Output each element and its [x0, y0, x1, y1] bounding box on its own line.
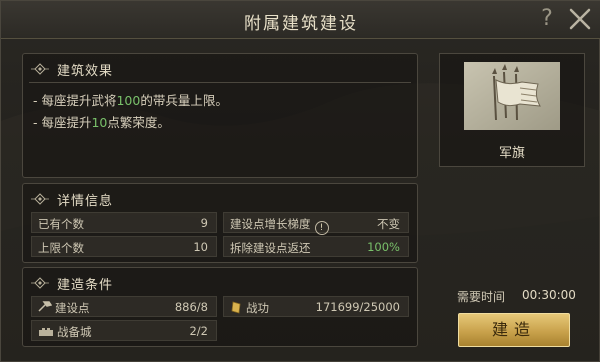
effects-header: 建筑效果 [31, 60, 114, 79]
building-preview: 军旗 [439, 53, 585, 167]
divider [29, 82, 411, 83]
effects-title: 建筑效果 [57, 63, 114, 79]
title-bar: 附属建筑建设 ? [1, 1, 600, 39]
owned-count-label: 已有个数 [38, 217, 84, 231]
build-points-value: 886/8 [174, 300, 208, 314]
conditions-title: 建造条件 [57, 277, 114, 293]
growth-value: 不变 [377, 217, 400, 231]
dialog-title: 附属建筑建设 [244, 14, 358, 34]
owned-count-value: 9 [200, 216, 208, 230]
build-button[interactable]: 建造 [458, 313, 570, 347]
refund-cell: 拆除建设点返还 100% [223, 236, 409, 257]
refund-value: 100% [367, 240, 400, 254]
merit-label: 战功 [230, 300, 269, 316]
growth-label: 建设点增长梯度! [230, 216, 329, 235]
info-icon[interactable]: ! [314, 221, 329, 235]
time-value: 00:30:00 [522, 288, 576, 302]
build-points-cell: 建设点 886/8 [31, 296, 217, 317]
scroll-icon [231, 301, 241, 314]
details-header: 详情信息 [31, 190, 114, 209]
help-button[interactable]: ? [535, 6, 559, 32]
time-label: 需要时间 [457, 290, 506, 304]
war-banner-image [464, 62, 560, 130]
diamond-ornament-icon [31, 63, 49, 75]
details-title: 详情信息 [57, 193, 114, 209]
merit-value: 171699/25000 [315, 300, 400, 314]
effects-panel: 建筑效果 - 每座提升武将100的带兵量上限。 - 每座提升10点繁荣度。 [22, 53, 418, 178]
growth-cell: 建设点增长梯度! 不变 [223, 212, 409, 235]
conditions-header: 建造条件 [31, 274, 114, 293]
close-icon[interactable] [567, 6, 593, 32]
hammer-icon [38, 301, 53, 312]
building-construct-dialog: 附属建筑建设 ? 建筑效果 - 每座提升武将100的带兵量上限。 - 每座提升1… [0, 0, 600, 362]
effect-line-prosperity: - 每座提升10点繁荣度。 [33, 115, 170, 130]
build-points-label: 建设点 [38, 300, 90, 316]
diamond-ornament-icon [31, 277, 49, 289]
limit-count-label: 上限个数 [38, 241, 84, 255]
conditions-panel: 建造条件 建设点 886/8 战功 171699/25000 战备城 2/2 [22, 267, 418, 347]
building-name: 军旗 [498, 146, 525, 161]
details-panel: 详情信息 已有个数 9 建设点增长梯度! 不变 上限个数 10 拆除建设点返还 … [22, 183, 418, 263]
limit-count-value: 10 [193, 240, 208, 254]
owned-count-cell: 已有个数 9 [31, 212, 217, 233]
fortress-icon [39, 328, 53, 336]
effect-line-troops: - 每座提升武将100的带兵量上限。 [33, 93, 228, 108]
merit-cell: 战功 171699/25000 [223, 296, 409, 317]
refund-label: 拆除建设点返还 [230, 241, 311, 255]
war-city-value: 2/2 [189, 324, 208, 338]
limit-count-cell: 上限个数 10 [31, 236, 217, 257]
diamond-ornament-icon [31, 193, 49, 205]
war-city-label: 战备城 [38, 324, 92, 340]
war-city-cell: 战备城 2/2 [31, 320, 217, 341]
